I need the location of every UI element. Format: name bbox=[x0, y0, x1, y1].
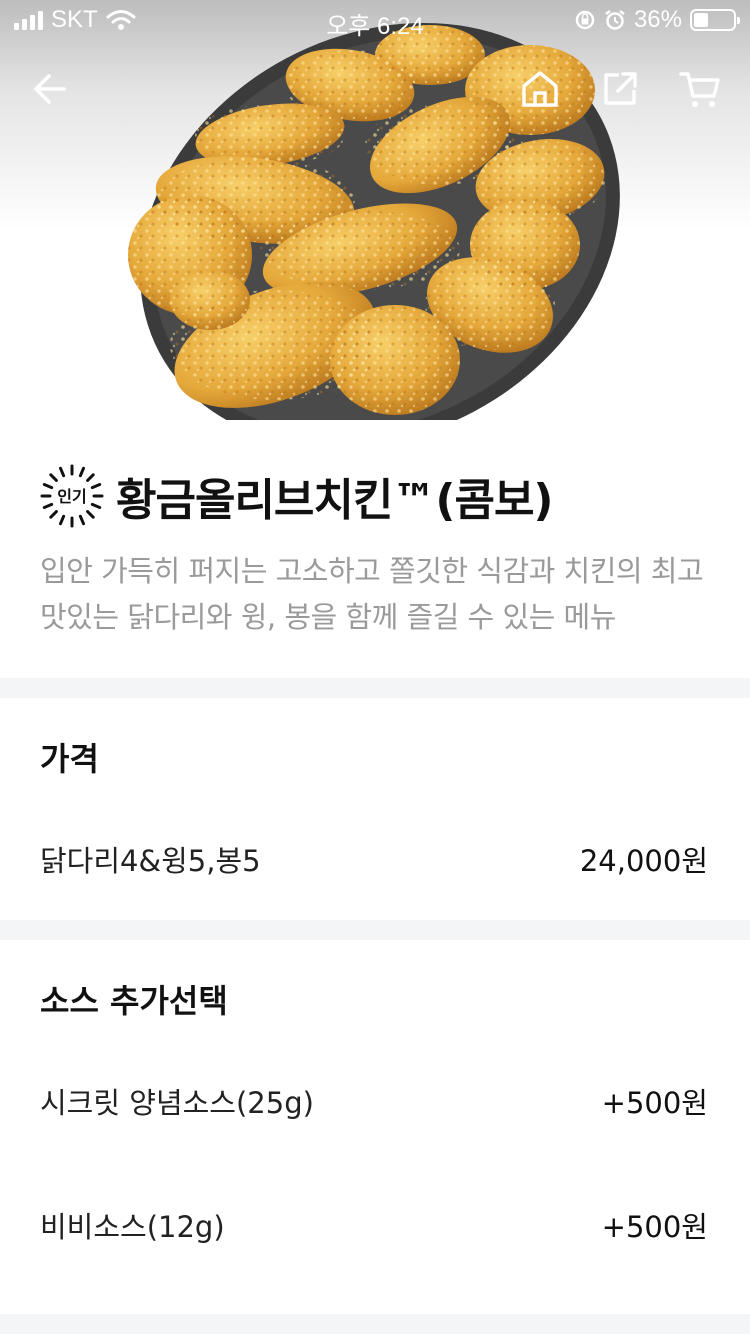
price-section: 가격 닭다리4&윙5,봉5 24,000원 bbox=[0, 698, 750, 920]
popular-badge-label: 인기 bbox=[57, 487, 87, 506]
price-section-title: 가격 bbox=[40, 740, 99, 778]
share-icon bbox=[604, 72, 637, 105]
cart-button[interactable] bbox=[675, 64, 725, 114]
sauce-option-row[interactable]: 비비소스(12g) +500원 bbox=[40, 1204, 708, 1246]
cart-icon bbox=[679, 72, 720, 107]
price-option-row[interactable]: 닭다리4&윙5,봉5 24,000원 bbox=[40, 838, 708, 880]
share-button[interactable] bbox=[595, 64, 645, 114]
sauce-option-row[interactable]: 시크릿 양념소스(25g) +500원 bbox=[40, 1080, 708, 1122]
product-info: 인기 황금올리브치킨™(콤보) 입안 가득히 퍼지는 고소하고 쫄깃한 식감과 … bbox=[0, 420, 750, 678]
popular-badge: 인기 bbox=[40, 464, 104, 528]
product-description: 입안 가득히 퍼지는 고소하고 쫄깃한 식감과 치킨의 최고 맛있는 닭다리와 … bbox=[40, 554, 704, 634]
section-divider bbox=[0, 1314, 750, 1334]
sauce-section-title: 소스 추가선택 bbox=[40, 982, 228, 1020]
section-divider bbox=[0, 678, 750, 698]
status-bar: SKT 오후 6:24 36% bbox=[0, 0, 750, 40]
price-option-value: 24,000원 bbox=[579, 844, 708, 878]
sauce-section: 소스 추가선택 시크릿 양념소스(25g) +500원 비비소스(12g) +5… bbox=[0, 940, 750, 1314]
battery-icon bbox=[690, 9, 740, 31]
alarm-icon bbox=[605, 10, 625, 30]
price-option-label: 닭다리4&윙5,봉5 bbox=[40, 844, 261, 878]
back-button[interactable] bbox=[25, 64, 75, 114]
section-divider bbox=[0, 920, 750, 940]
orientation-lock-icon bbox=[575, 10, 595, 30]
back-arrow-icon bbox=[34, 74, 66, 104]
sauce-option-label: 시크릿 양념소스(25g) bbox=[40, 1086, 314, 1120]
sauce-option-price: +500원 bbox=[601, 1086, 708, 1120]
sauce-option-price: +500원 bbox=[601, 1210, 708, 1244]
fried-chicken-image bbox=[128, 22, 620, 420]
home-button[interactable] bbox=[515, 64, 565, 114]
home-icon bbox=[522, 71, 558, 107]
sauce-option-label: 비비소스(12g) bbox=[40, 1210, 225, 1244]
product-hero-image: SKT 오후 6:24 36% bbox=[0, 0, 750, 420]
product-title: 황금올리브치킨™(콤보) bbox=[116, 475, 554, 526]
battery-percent: 36% bbox=[633, 6, 682, 33]
